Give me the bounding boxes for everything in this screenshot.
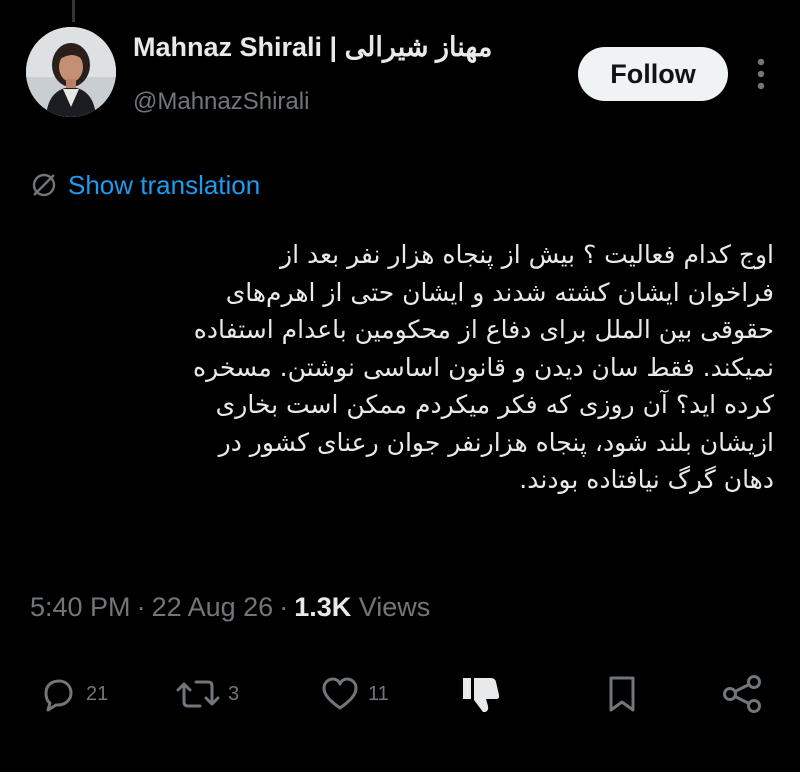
tweet-meta: 5:40 PM · 22 Aug 26 · 1.3K Views bbox=[30, 589, 430, 625]
tweet-line: اوج کدام فعالیت ؟ بیش از پنجاه هزار نفر … bbox=[280, 240, 774, 269]
more-vertical-icon bbox=[757, 58, 765, 90]
like-button[interactable]: 11 bbox=[318, 672, 389, 716]
tweet-line: حقوقی بین الملل برای دفاع از محکومین باع… bbox=[193, 315, 774, 344]
follow-button[interactable]: Follow bbox=[578, 47, 728, 101]
heart-icon bbox=[322, 677, 358, 710]
thumbs-down-icon bbox=[463, 678, 500, 712]
tweet-date[interactable]: 22 Aug 26 bbox=[152, 592, 274, 622]
translate-slash-icon bbox=[32, 173, 56, 197]
avatar[interactable] bbox=[26, 27, 116, 117]
tweet-line: نمیکند. فقط سان دیدن و قانون اساسی نوشتن… bbox=[192, 352, 774, 382]
share-button[interactable] bbox=[718, 672, 766, 716]
views-label: Views bbox=[358, 592, 431, 622]
tweet-actions-bar: 21 3 11 bbox=[0, 664, 800, 724]
bookmark-icon bbox=[609, 676, 635, 712]
bookmark-button[interactable] bbox=[600, 672, 644, 716]
like-count: 11 bbox=[368, 682, 389, 705]
tweet-line: ازیشان بلند شود، پنجاه هزارنفر جوان رعنا… bbox=[218, 427, 774, 457]
tweet-body: اوج کدام فعالیت ؟ بیش از پنجاه هزار نفر … bbox=[22, 236, 774, 499]
share-icon bbox=[723, 675, 761, 713]
show-translation-label: Show translation bbox=[68, 169, 261, 200]
retweet-button[interactable]: 3 bbox=[174, 672, 239, 716]
author-display-name[interactable]: Mahnaz Shirali | مهناز شیرالی bbox=[133, 30, 573, 64]
retweet-icon bbox=[176, 680, 220, 708]
retweet-count: 3 bbox=[228, 682, 240, 705]
dislike-button[interactable] bbox=[458, 672, 502, 716]
reply-bubble-icon bbox=[44, 679, 73, 712]
reply-button[interactable]: 21 bbox=[36, 672, 108, 716]
views-count: 1.3K bbox=[294, 592, 352, 622]
tweet-line: دهان گرگ نیافتاده بودند. bbox=[519, 465, 774, 494]
separator-dot: · bbox=[279, 592, 289, 622]
tweet-line: کرده اید؟ آن روزی که فکر میکردم ممکن است… bbox=[215, 390, 774, 419]
author-handle[interactable]: @MahnazShirali bbox=[133, 87, 309, 117]
show-translation-link[interactable]: Show translation bbox=[30, 168, 260, 202]
avatar-image bbox=[26, 27, 116, 117]
thread-connector-line bbox=[72, 0, 75, 22]
more-options-button[interactable] bbox=[744, 52, 778, 96]
reply-count: 21 bbox=[86, 682, 109, 705]
tweet-line: فراخوان ایشان کشته شدند و ایشان حتی از ا… bbox=[225, 277, 774, 307]
tweet-time[interactable]: 5:40 PM bbox=[30, 592, 131, 622]
tweet-page: Mahnaz Shirali | مهناز شیرالی @MahnazShi… bbox=[0, 0, 800, 772]
separator-dot: · bbox=[136, 592, 146, 622]
